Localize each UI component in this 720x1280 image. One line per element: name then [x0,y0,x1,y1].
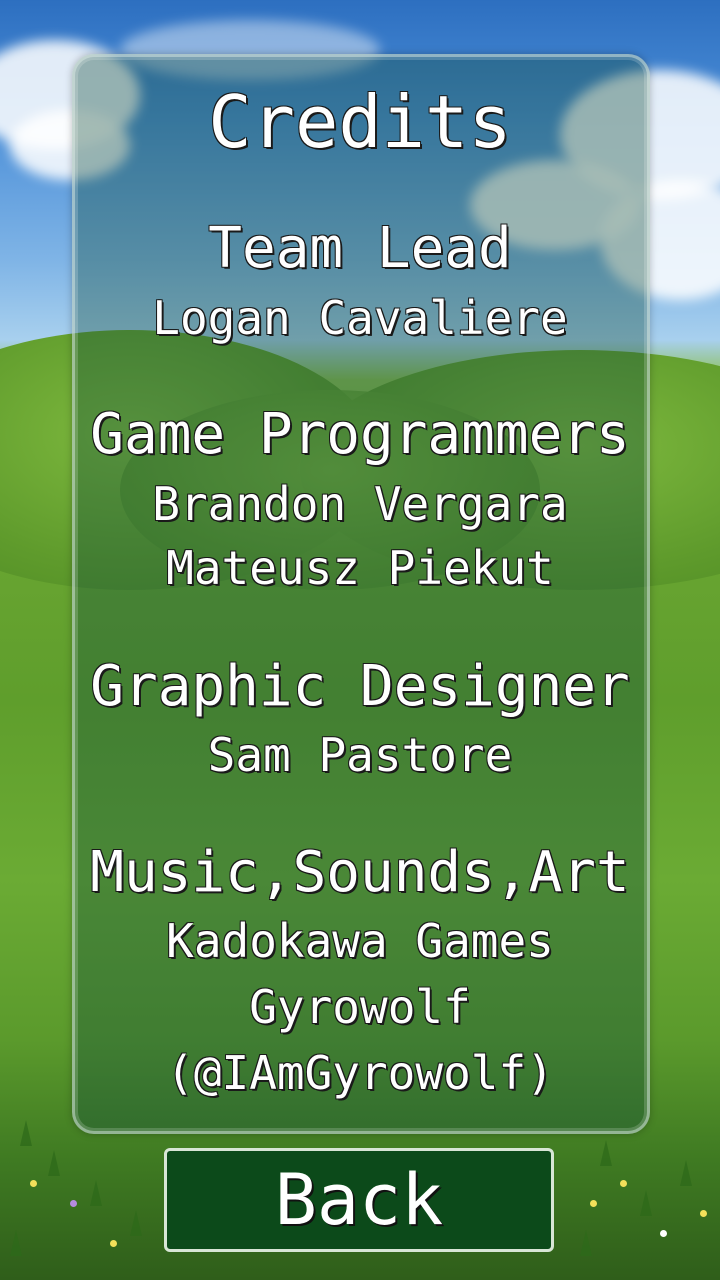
flower [70,1200,77,1207]
section-heading-game-programmers: Game Programmers [90,402,630,467]
flower [590,1200,597,1207]
grass [90,1180,102,1206]
credit-name: (@IAmGyrowolf) [166,1046,554,1100]
grass [600,1140,612,1166]
section-heading-music-sounds-art: Music,Sounds,Art [90,840,630,905]
credit-name: Sam Pastore [207,728,513,782]
credit-name: Kadokawa Games [166,914,554,968]
back-button-label: Back [274,1159,444,1241]
grass [580,1230,592,1256]
credit-name: Brandon Vergara [152,477,568,531]
flower [620,1180,627,1187]
section-heading-team-lead: Team Lead [208,216,512,281]
grass [640,1190,652,1216]
flower [660,1230,667,1237]
flower [700,1210,707,1217]
credit-name: Logan Cavaliere [152,291,568,345]
flower [110,1240,117,1247]
grass [20,1120,32,1146]
credit-name: Gyrowolf [249,980,471,1034]
grass [130,1210,142,1236]
credit-name: Mateusz Piekut [166,541,554,595]
grass [10,1230,22,1256]
section-heading-graphic-designer: Graphic Designer [90,654,630,719]
back-button[interactable]: Back [164,1148,554,1252]
grass [680,1160,692,1186]
credits-title: Credits [208,80,512,164]
flower [30,1180,37,1187]
grass [48,1150,60,1176]
